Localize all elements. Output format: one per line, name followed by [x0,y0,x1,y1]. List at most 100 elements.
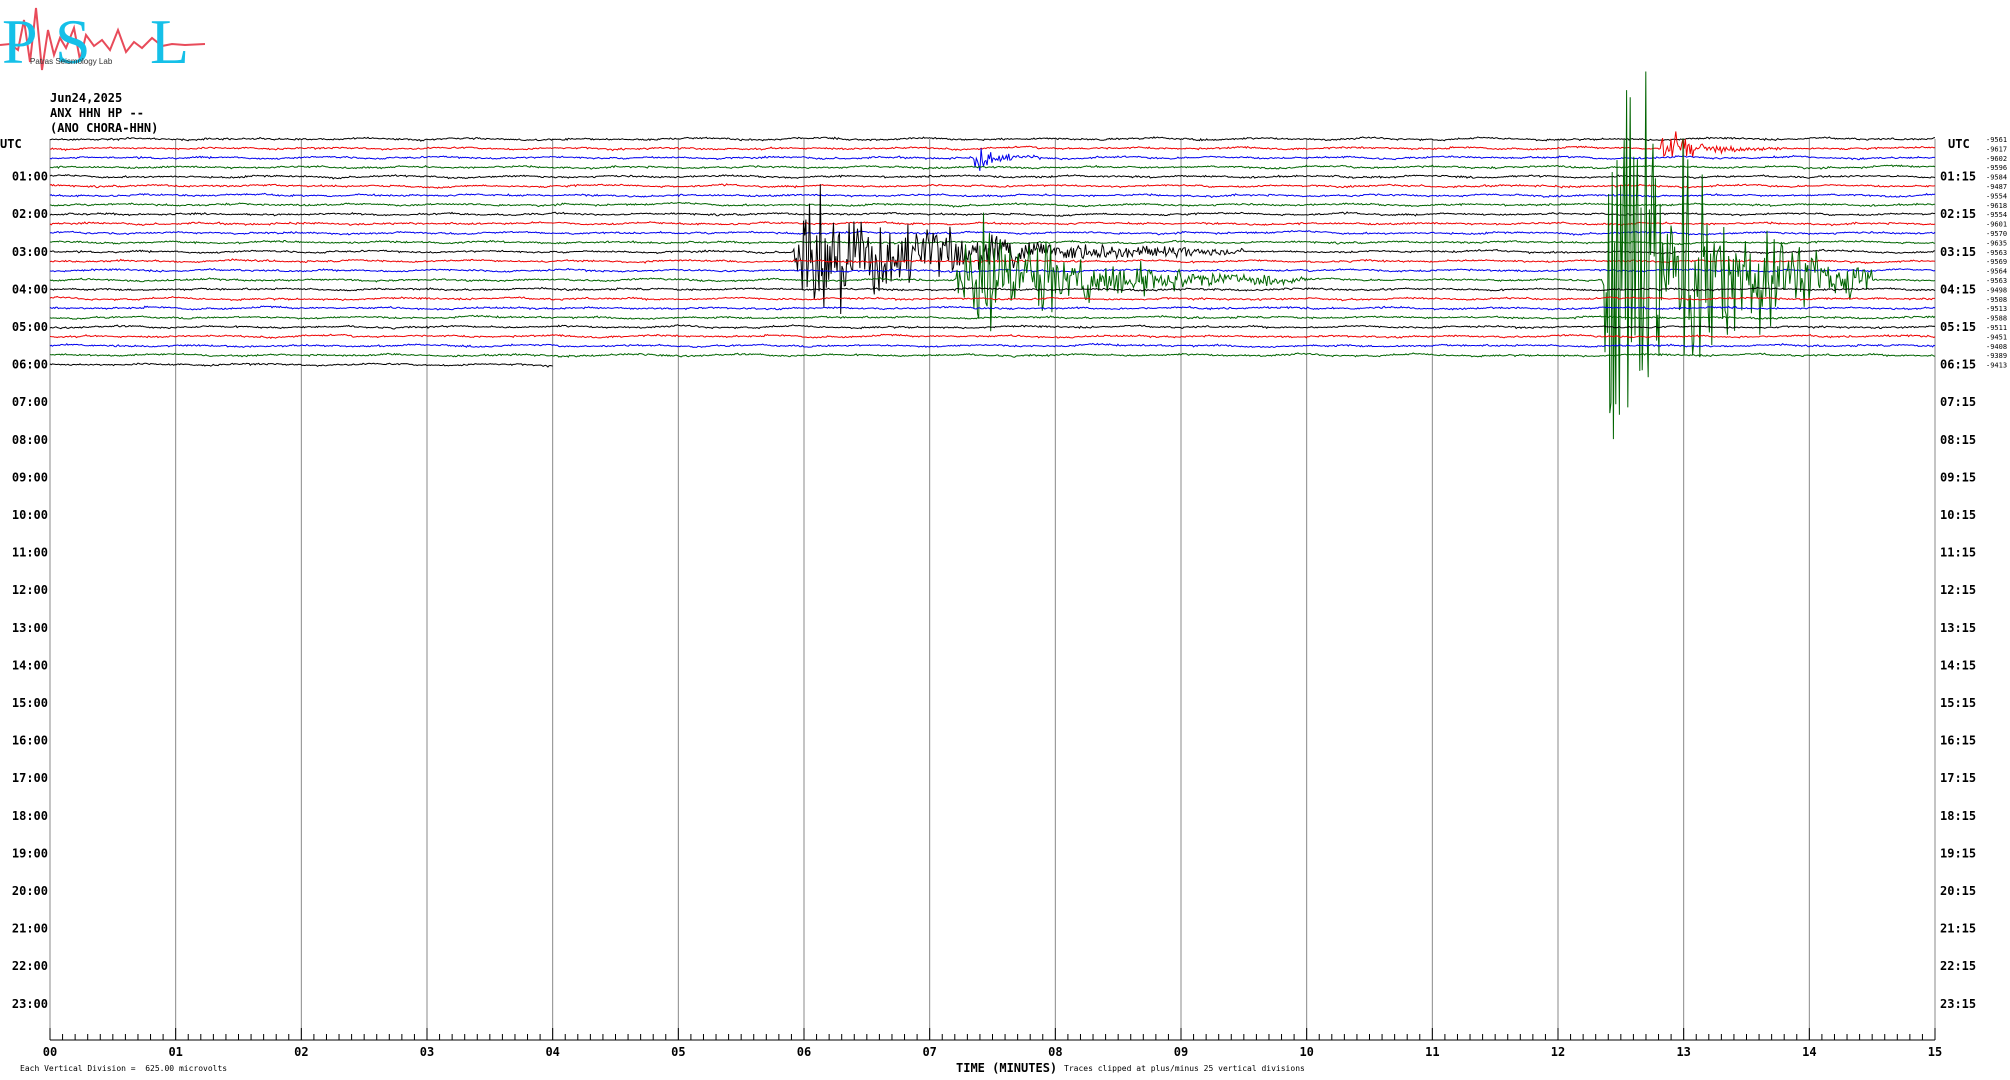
left-hour-label: 09:00 [12,470,48,484]
seismic-trace [49,230,1936,236]
right-hour-label: 16:15 [1940,734,1976,748]
seismic-trace [49,342,1936,349]
utc-label-left: UTC [0,137,22,151]
left-hour-label: 21:00 [12,922,48,936]
seismic-trace [49,305,1936,311]
right-hour-label: 22:15 [1940,959,1976,973]
trace-mean-label: -9498 [1986,286,2007,294]
clip-note: Traces clipped at plus/minus 25 vertical… [1064,1064,1305,1073]
seismic-trace [49,220,1936,227]
right-hour-label: 20:15 [1940,884,1976,898]
x-tick-label: 04 [545,1045,559,1059]
right-hour-label: 10:15 [1940,508,1976,522]
left-hour-label: 04:00 [12,282,48,296]
x-tick-label: 14 [1802,1045,1816,1059]
right-hour-label: 09:15 [1940,470,1976,484]
trace-mean-label: -9563 [1986,249,2007,257]
left-hour-label: 01:00 [12,170,48,184]
x-tick-label: 07 [922,1045,936,1059]
x-tick-label: 12 [1551,1045,1565,1059]
x-tick-label: 09 [1174,1045,1188,1059]
trace-mean-label: -9513 [1986,305,2007,313]
logo-letter-l: L [150,6,189,77]
logo-caption: Patras Seismology Lab [30,57,113,66]
seismic-trace [49,201,1936,208]
x-axis-title: TIME (MINUTES) [956,1061,1058,1075]
left-hour-label: 03:00 [12,245,48,259]
trace-mean-label: -9511 [1986,324,2007,332]
x-tick-label: 03 [420,1045,434,1059]
left-hour-label: 19:00 [12,846,48,860]
trace-mean-label: -9635 [1986,239,2007,247]
trace-mean-label: -9408 [1986,343,2007,351]
trace-mean-label: -9618 [1986,202,2007,210]
x-tick-label: 10 [1299,1045,1313,1059]
right-hour-label: 17:15 [1940,771,1976,785]
seismic-trace [49,333,1936,340]
trace-mean-label: -9561 [1986,136,2007,144]
trace-mean-label: -9596 [1986,164,2007,172]
trace-mean-label: -9451 [1986,333,2007,341]
right-hour-label: 14:15 [1940,658,1976,672]
trace-mean-label: -9554 [1986,192,2007,200]
left-hour-label: 16:00 [12,734,48,748]
seismic-trace [49,136,1936,142]
left-hour-label: 23:00 [12,997,48,1011]
right-hour-label: 04:15 [1940,282,1976,296]
left-hour-label: 14:00 [12,658,48,672]
trace-mean-label: -9554 [1986,211,2007,219]
trace-mean-label: -9602 [1986,155,2007,163]
x-tick-label: 05 [671,1045,685,1059]
trace-mean-label: -9564 [1986,268,2007,276]
right-hour-label: 15:15 [1940,696,1976,710]
left-hour-label: 06:00 [12,358,48,372]
left-hour-label: 07:00 [12,395,48,409]
left-hour-label: 11:00 [12,546,48,560]
trace-mean-label: -9570 [1986,230,2007,238]
x-tick-label: 11 [1425,1045,1439,1059]
axes [49,1028,1936,1041]
seismic-trace [49,192,1936,199]
right-hour-label: 08:15 [1940,433,1976,447]
left-hour-label: 02:00 [12,207,48,221]
seismic-trace [49,314,1936,320]
right-hour-label: 23:15 [1940,997,1976,1011]
station-line: ANX HHN HP -- [50,106,144,120]
logo-letter-s: S [55,6,91,77]
right-hour-label: 18:15 [1940,809,1976,823]
seismic-trace [49,258,1936,265]
trace-mean-label: -9413 [1986,362,2007,370]
left-hour-label: 20:00 [12,884,48,898]
right-hour-label: 13:15 [1940,621,1976,635]
utc-label-right: UTC [1948,137,1970,151]
seismic-traces [49,71,1936,440]
trace-mean-label: -9569 [1986,258,2007,266]
left-hour-label: 13:00 [12,621,48,635]
seismic-trace [49,71,1936,440]
left-hour-label: 10:00 [12,508,48,522]
trace-mean-label: -9584 [1986,174,2007,182]
x-tick-label: 02 [294,1045,308,1059]
left-hour-label: 18:00 [12,809,48,823]
right-hour-label: 19:15 [1940,846,1976,860]
left-hour-label: 12:00 [12,583,48,597]
chart-date: Jun24,2025 [50,91,123,105]
seismic-trace [49,324,1936,330]
right-hour-label: 07:15 [1940,395,1976,409]
minute-gridlines [49,139,1936,1040]
helicorder-chart: 00 01 02 03 04 05 06 07 08 09 10 11 12 13 14 15 01:00 02:… [12,71,2007,1059]
x-tick-label: 01 [168,1045,182,1059]
right-hour-label: 03:15 [1940,245,1976,259]
station-name: (ANO CHORA-HHN) [50,121,159,135]
x-tick-label: 15 [1928,1045,1942,1059]
trace-mean-label: -9617 [1986,145,2007,153]
right-hour-label: 02:15 [1940,207,1976,221]
right-hour-label: 06:15 [1940,358,1976,372]
right-hour-label: 05:15 [1940,320,1976,334]
right-hour-label: 12:15 [1940,583,1976,597]
left-hour-label: 17:00 [12,771,48,785]
seismic-trace [49,352,1936,358]
right-hour-label: 21:15 [1940,922,1976,936]
seismic-trace [49,267,1936,274]
x-tick-label: 00 [43,1045,57,1059]
